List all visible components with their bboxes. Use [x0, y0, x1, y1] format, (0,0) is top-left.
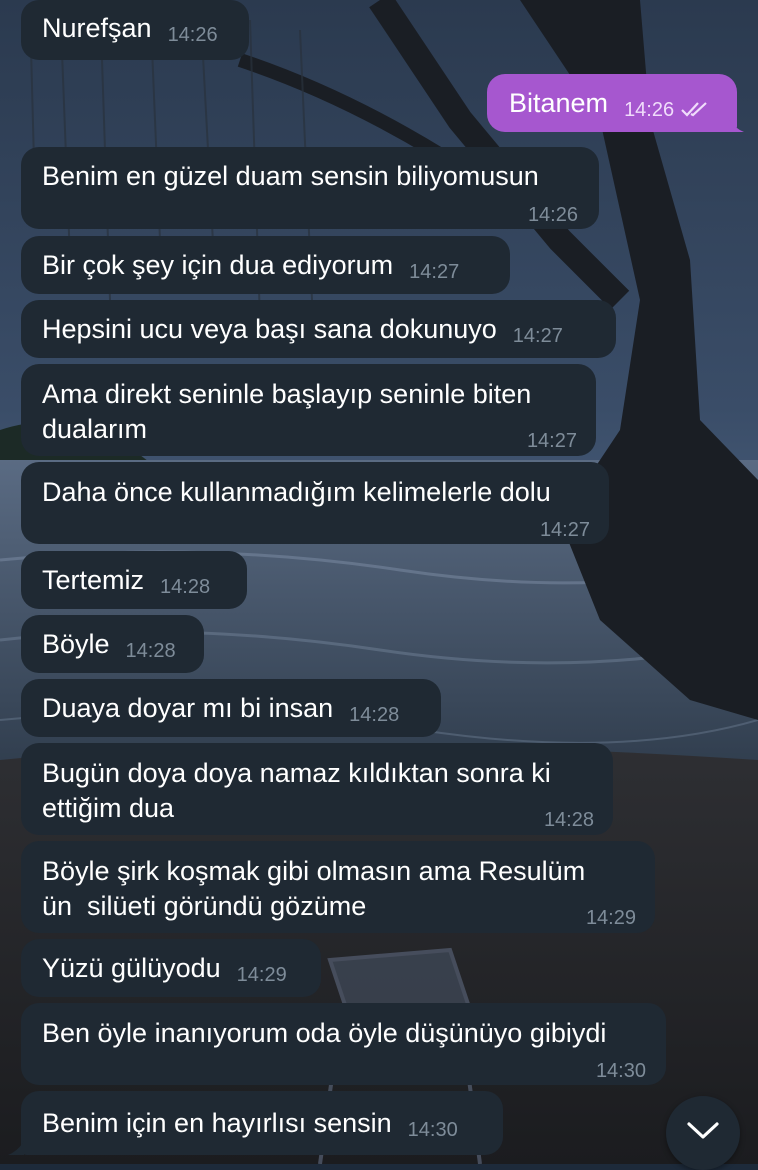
message-text-line: ün silüeti göründü gözüme	[42, 891, 367, 921]
incoming-message[interactable]: Duaya doyar mı bi insan 14:28	[21, 679, 441, 737]
scroll-down-button[interactable]	[666, 1096, 740, 1170]
message-text: Tertemiz	[42, 565, 145, 595]
incoming-message[interactable]: Böyle 14:28	[21, 615, 204, 673]
message-text: Duaya doyar mı bi insan	[42, 693, 334, 723]
message-time: 14:30	[595, 1060, 646, 1082]
message-time: 14:27	[409, 261, 460, 283]
message-time: 14:30	[407, 1119, 458, 1141]
message-time: 14:26	[624, 99, 675, 121]
message-text: Yüzü gülüyodu	[42, 953, 221, 983]
message-time: 14:27	[526, 430, 577, 452]
incoming-message[interactable]: Bir çok şey için dua ediyorum 14:27	[21, 236, 510, 294]
bubble-tail	[728, 118, 744, 132]
incoming-message[interactable]: Benim en güzel duam sensin biliyomusun 1…	[21, 147, 599, 229]
incoming-message[interactable]: Böyle şirk koşmak gibi olmasın ama Resul…	[21, 841, 655, 933]
message-text: Daha önce kullanmadığım kelimelerle dolu	[42, 477, 551, 507]
incoming-message[interactable]: Ben öyle inanıyorum oda öyle düşünüyo gi…	[21, 1003, 666, 1085]
incoming-message[interactable]: Yüzü gülüyodu 14:29	[21, 939, 321, 997]
incoming-message[interactable]: Bugün doya doya namaz kıldıktan sonra ki…	[21, 743, 613, 835]
incoming-message[interactable]: Hepsini ucu veya başı sana dokunuyo 14:2…	[21, 300, 616, 358]
message-time: 14:27	[539, 519, 590, 541]
message-text-line: ettiğim dua	[42, 793, 175, 823]
incoming-message[interactable]: Ama direkt seninle başlayıp seninle bite…	[21, 364, 596, 456]
message-time: 14:26	[527, 204, 578, 226]
incoming-message[interactable]: Nurefşan 14:26	[21, 0, 249, 60]
chevron-down-icon	[686, 1121, 720, 1146]
message-text: Bir çok şey için dua ediyorum	[42, 250, 394, 280]
message-text-line: Bugün doya doya namaz kıldıktan sonra ki	[42, 758, 551, 788]
chat-message-list[interactable]: Nurefşan 14:26 Bitanem 14:26 Benim en gü…	[0, 0, 758, 1164]
message-text: Benim için en hayırlısı sensin	[42, 1108, 392, 1138]
message-time: 14:29	[236, 964, 287, 986]
message-time: 14:28	[160, 576, 211, 598]
incoming-message[interactable]: Tertemiz 14:28	[21, 551, 247, 609]
message-text: Nurefşan	[42, 13, 152, 43]
message-time: 14:26	[167, 24, 218, 46]
message-text: Hepsini ucu veya başı sana dokunuyo	[42, 314, 497, 344]
bubble-tail	[8, 1141, 24, 1155]
message-text-line: dualarım	[42, 414, 148, 444]
message-text: Benim en güzel duam sensin biliyomusun	[42, 161, 539, 191]
message-time: 14:27	[512, 325, 563, 347]
message-text: Bitanem	[509, 88, 609, 118]
message-time: 14:28	[125, 640, 176, 662]
double-check-icon	[680, 92, 710, 126]
outgoing-message[interactable]: Bitanem 14:26	[487, 74, 737, 132]
message-text-line: Ama direkt seninle başlayıp seninle bite…	[42, 379, 532, 409]
message-text: Böyle	[42, 629, 110, 659]
message-text: Ben öyle inanıyorum oda öyle düşünüyo gi…	[42, 1018, 607, 1048]
message-time: 14:28	[543, 809, 594, 831]
incoming-message[interactable]: Benim için en hayırlısı sensin 14:30	[21, 1091, 503, 1155]
message-time: 14:29	[585, 907, 636, 929]
message-time: 14:28	[349, 704, 400, 726]
incoming-message[interactable]: Daha önce kullanmadığım kelimelerle dolu…	[21, 462, 609, 544]
message-text-line: Böyle şirk koşmak gibi olmasın ama Resul…	[42, 856, 586, 886]
